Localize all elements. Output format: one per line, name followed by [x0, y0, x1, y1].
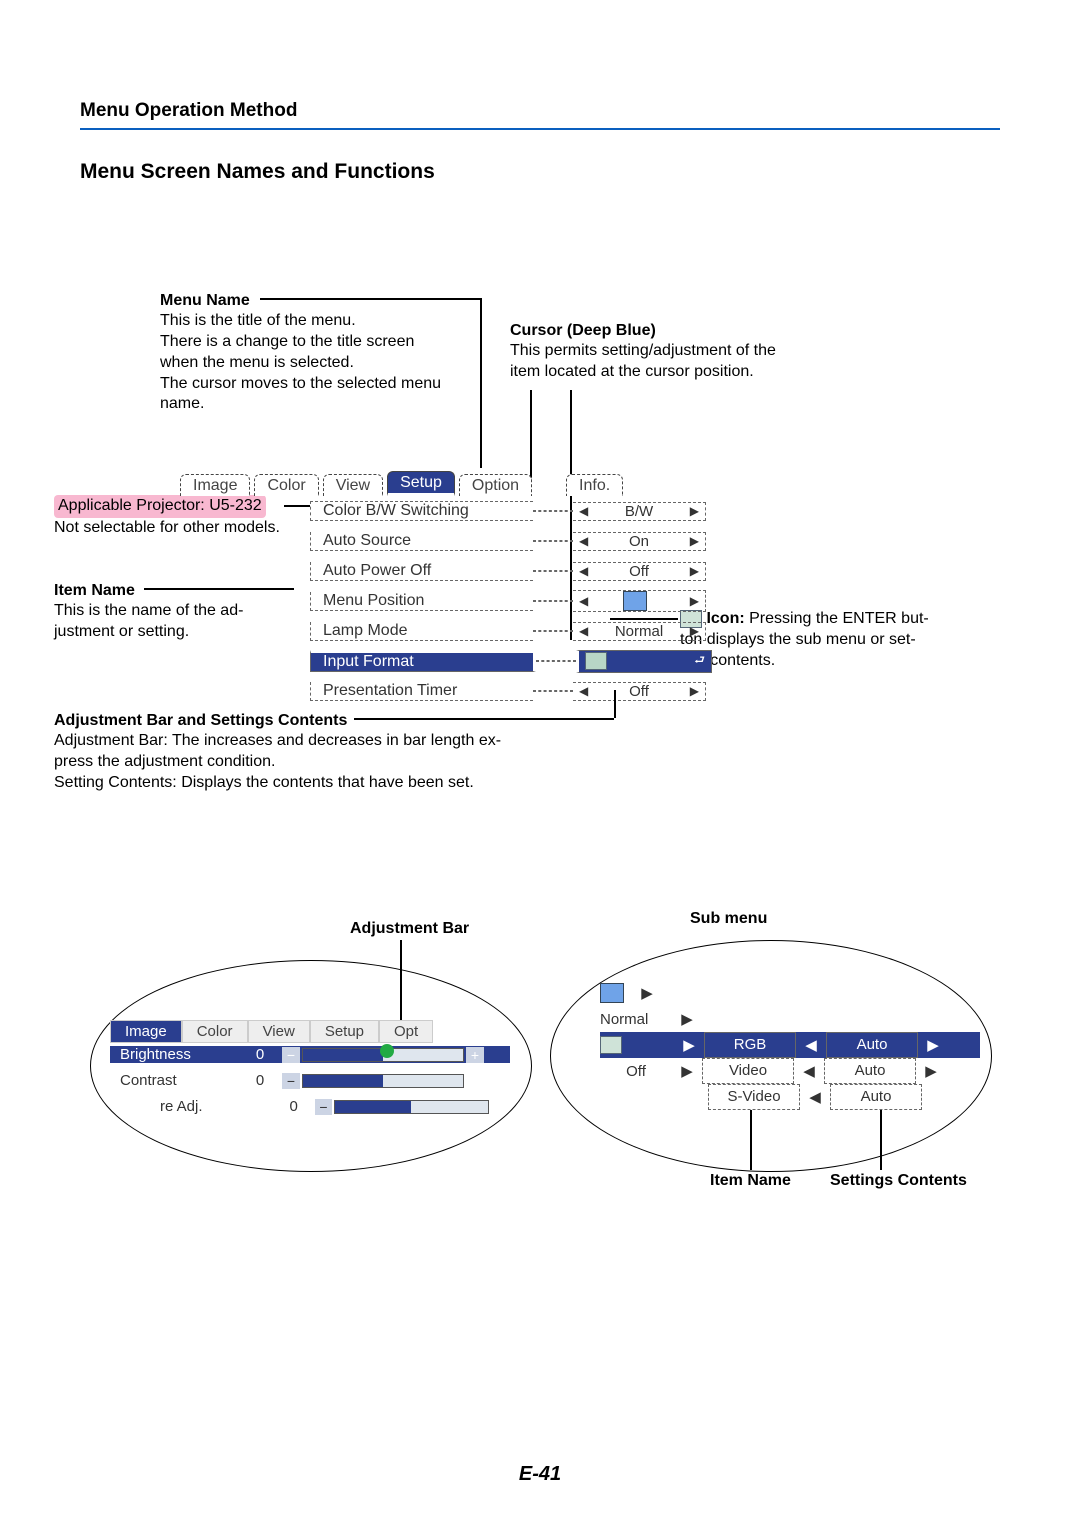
position-icon [623, 591, 647, 611]
adj-row[interactable]: re Adj.0 − [110, 1098, 510, 1115]
tab-view[interactable]: View [323, 474, 383, 496]
tab2-image[interactable]: Image [110, 1020, 182, 1043]
menu-row-selected[interactable]: Input Format ⮐ [310, 646, 770, 676]
plus-icon[interactable]: + [466, 1047, 484, 1063]
annot-adjbar: Adjustment Bar and Settings Contents Adj… [54, 710, 674, 794]
tab-info[interactable]: Info. [566, 474, 623, 496]
tab-option[interactable]: Option [459, 474, 532, 496]
adj-row[interactable]: Contrast0 − [110, 1072, 510, 1089]
annot-menu-name: Menu Name This is the title of the menu.… [160, 290, 460, 415]
tab-image[interactable]: Image [180, 474, 250, 496]
sub-row[interactable]: Off▶ Video◀ Auto▶ [600, 1058, 980, 1084]
fig-submenu: Sub menu ▶ Normal▶ ▶ RGB◀ Auto▶ Off▶ Vid… [580, 940, 1000, 1220]
menu-row[interactable]: Lamp Mode ◀Normal▶ [310, 616, 770, 646]
tab2-view[interactable]: View [248, 1020, 310, 1043]
menu-row[interactable]: Presentation Timer ◀Off▶ [310, 676, 770, 706]
annot-cursor: Cursor (Deep Blue) This permits setting/… [510, 320, 840, 383]
menu-row[interactable]: Color B/W Switching ◀B/W▶ [310, 496, 770, 526]
menu-row[interactable]: Auto Power Off ◀Off▶ [310, 556, 770, 586]
menu-row[interactable]: Auto Source ◀On▶ [310, 526, 770, 556]
pos-icon [600, 983, 624, 1003]
page-number: E-41 [0, 1463, 1080, 1486]
section-header: Menu Operation Method [80, 100, 1000, 122]
main-diagram: Menu Name This is the title of the menu.… [80, 290, 1000, 710]
tab2-opt[interactable]: Opt [379, 1020, 433, 1043]
menu-tabs: Image Color View Setup Option Info. [180, 470, 627, 496]
menu-row[interactable]: Menu Position ◀▶ [310, 586, 770, 616]
annot-item-name: Item Name This is the name of the ad- ju… [54, 580, 314, 643]
annot-applicable: Applicable Projector: U5-232 Not selecta… [54, 495, 334, 539]
left-arrow-icon[interactable]: ◀ [579, 504, 588, 518]
fig-adjustment-bar: Adjustment Bar Image Color View Setup Op… [80, 940, 540, 1200]
adj-row-selected[interactable]: Brightness0 − + [110, 1046, 510, 1063]
tab-setup[interactable]: Setup [387, 471, 455, 496]
header-rule [80, 128, 1000, 130]
tab2-setup[interactable]: Setup [310, 1020, 379, 1043]
minus-icon[interactable]: − [282, 1047, 300, 1063]
tab-color[interactable]: Color [254, 474, 318, 496]
page-title: Menu Screen Names and Functions [80, 160, 1000, 184]
sub-row[interactable]: S-Video◀ Auto [708, 1084, 922, 1110]
menu-body: Color B/W Switching ◀B/W▶ Auto Source ◀O… [310, 496, 770, 706]
sub-row-selected[interactable]: ▶ RGB◀ Auto▶ [600, 1032, 980, 1058]
right-arrow-icon[interactable]: ▶ [690, 504, 699, 518]
tab2-color[interactable]: Color [182, 1020, 248, 1043]
